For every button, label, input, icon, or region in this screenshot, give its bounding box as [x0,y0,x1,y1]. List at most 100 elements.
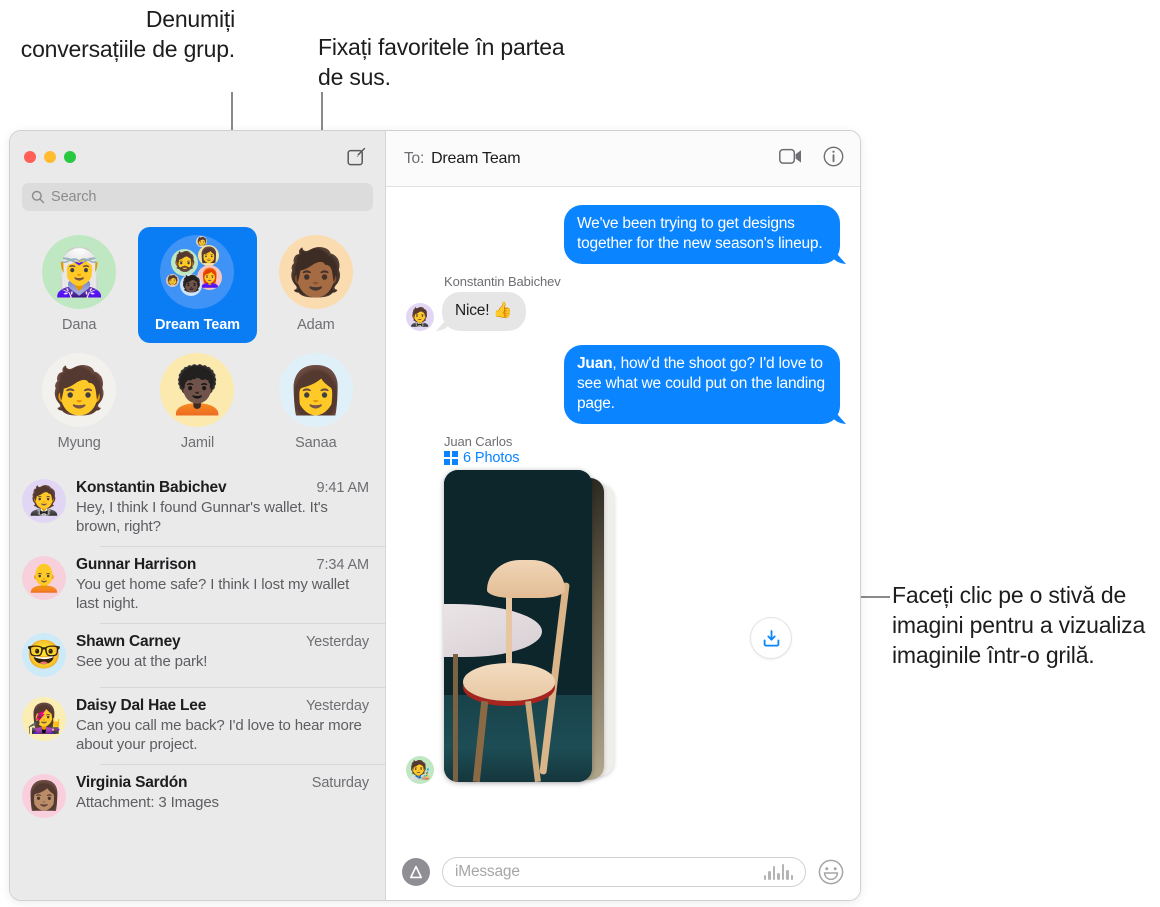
minimize-window-button[interactable] [44,151,56,163]
attachment-meta: Juan Carlos 6 Photos [444,434,840,466]
attachment-count-label: 6 Photos [463,450,520,466]
download-attachment-button[interactable] [751,618,791,658]
avatar: 🧑🏾 [278,235,353,309]
avatar: 👩 [278,353,353,427]
pinned-item-label: Sanaa [295,435,337,451]
photo-attachment-block: Juan Carlos 6 Photos [406,434,840,790]
conversation-name: Shawn Carney [76,633,181,650]
group-avatar: 🧑 👩 🧔 👩‍🦰 🧑🏿 🧑 [160,235,235,309]
conversation-name: Virginia Sardón [76,774,188,791]
pinned-item-dream-team[interactable]: 🧑 👩 🧔 👩‍🦰 🧑🏿 🧑 Dream Team [138,227,257,343]
compose-message-button[interactable] [343,143,371,171]
to-label: To: [404,149,425,167]
header-actions [779,146,844,172]
info-circle-icon [823,146,844,166]
incoming-message-group: Konstantin Babichev 🤵 Nice! 👍 [406,274,840,331]
avatar: 🧑‍🦲 [22,556,66,600]
message-bubble-outgoing[interactable]: We've been trying to get designs togethe… [564,205,840,264]
conversation-snippet: Can you call me back? I'd love to hear m… [76,717,362,753]
message-row: We've been trying to get designs togethe… [406,205,840,264]
apps-button[interactable] [402,858,430,886]
message-row: Juan, how'd the shoot go? I'd love to se… [406,345,840,424]
photo-floor [444,694,592,782]
smiley-icon [818,859,844,885]
conversation-header: To: Dream Team [386,131,860,187]
avatar: 👩🏽 [22,774,66,818]
audio-waveform-icon[interactable] [763,864,793,880]
callout-group-name: Denumiți conversațiile de grup. [20,6,235,62]
conversation-snippet: See you at the park! [76,653,208,670]
pinned-item-label: Jamil [180,435,215,451]
message-pane: To: Dream Team We've been trying to get … [386,131,860,900]
facetime-button[interactable] [779,148,803,170]
conversation-row[interactable]: 🤓 Shawn Carney Yesterday See you at the … [10,623,385,687]
avatar: 🧑‍🎨 [406,756,434,784]
avatar: 🤓 [22,633,66,677]
conversation-row[interactable]: 🧑‍🦲 Gunnar Harrison 7:34 AM You get home… [10,546,385,623]
pinned-item-sanaa[interactable]: 👩 Sanaa [257,345,375,461]
download-icon [763,629,779,646]
avatar: 🧑 [42,353,117,427]
pinned-item-adam[interactable]: 🧑🏾 Adam [257,227,375,343]
pinned-item-label: Dana [62,317,97,333]
conversation-name: Konstantin Babichev [76,479,227,496]
avatar: 🧑🏿‍🦱 [160,353,235,427]
pinned-item-label: Myung [57,435,101,451]
avatar: 🧝‍♀️ [42,235,117,309]
photo-chair-post [506,588,513,670]
sidebar: Search 🧝‍♀️ Dana 🧑 👩 🧔 👩‍🦰 🧑🏿 🧑 [10,131,386,900]
close-window-button[interactable] [24,151,36,163]
search-input[interactable]: Search [22,183,373,211]
imessage-input[interactable]: iMessage [442,857,806,887]
conversation-snippet: Attachment: 3 Images [76,794,219,811]
attachment-sender-name: Juan Carlos [444,434,513,449]
conversation-name: Daisy Dal Hae Lee [76,697,207,714]
conversation-time: Yesterday [305,698,369,714]
photo-grid-icon [444,451,458,465]
message-text: , how'd the shoot go? I'd love to see wh… [577,355,825,412]
conversation-row[interactable]: 👩‍🎤 Daisy Dal Hae Lee Yesterday Can you … [10,687,385,764]
pinned-item-label: Adam [297,317,335,333]
callout-photo-stack: Faceți clic pe o stivă de imagini pentru… [892,582,1146,668]
message-bubble-outgoing[interactable]: Juan, how'd the shoot go? I'd love to se… [564,345,840,424]
pinned-item-jamil[interactable]: 🧑🏿‍🦱 Jamil [138,345,256,461]
pinned-item-myung[interactable]: 🧑 Myung [20,345,138,461]
pinned-item-label: Dream Team [155,317,240,333]
message-sender-name: Konstantin Babichev [444,274,561,289]
avatar: 🤵 [406,303,434,331]
details-button[interactable] [823,146,844,172]
mention-name: Juan [577,355,613,372]
message-thread: We've been trying to get designs togethe… [386,187,860,844]
conversation-time: Yesterday [305,634,369,650]
message-row: 🤵 Nice! 👍 [406,292,840,331]
search-icon [31,190,45,204]
group-avatar-member: 👩 [198,245,220,266]
conversation-row[interactable]: 🤵 Konstantin Babichev 9:41 AM Hey, I thi… [10,469,385,546]
message-bubble-incoming[interactable]: Nice! 👍 [442,292,526,331]
conversation-time: Saturday [311,775,369,791]
conversation-row[interactable]: 👩🏽 Virginia Sardón Saturday Attachment: … [10,764,385,828]
conversation-snippet: Hey, I think I found Gunnar's wallet. It… [76,499,328,535]
compose-icon [347,147,366,166]
search-placeholder: Search [51,189,97,205]
group-avatar-member: 🧑🏿 [180,274,203,296]
avatar: 🤵 [22,479,66,523]
zoom-window-button[interactable] [64,151,76,163]
photo-card-front[interactable] [444,470,592,782]
attachment-count-row[interactable]: 6 Photos [444,450,840,466]
avatar: 👩‍🎤 [22,697,66,741]
group-avatar-member: 🧔 [171,249,199,276]
recipient-name[interactable]: Dream Team [431,150,520,168]
search-container: Search [10,183,385,221]
messages-window: Search 🧝‍♀️ Dana 🧑 👩 🧔 👩‍🦰 🧑🏿 🧑 [10,131,860,900]
group-avatar-member: 🧑 [166,274,180,287]
pinned-item-dana[interactable]: 🧝‍♀️ Dana [20,227,138,343]
imessage-placeholder: iMessage [455,863,520,880]
photo-table-leg [452,654,458,782]
conversation-time: 9:41 AM [316,480,370,496]
pinned-conversations: 🧝‍♀️ Dana 🧑 👩 🧔 👩‍🦰 🧑🏿 🧑 Dream Team [10,221,385,467]
message-composer: iMessage [386,844,860,900]
emoji-picker-button[interactable] [818,859,844,885]
callout-pin-top: Fixați favoritele în partea de sus. [318,34,565,90]
photo-stack[interactable] [444,470,624,790]
